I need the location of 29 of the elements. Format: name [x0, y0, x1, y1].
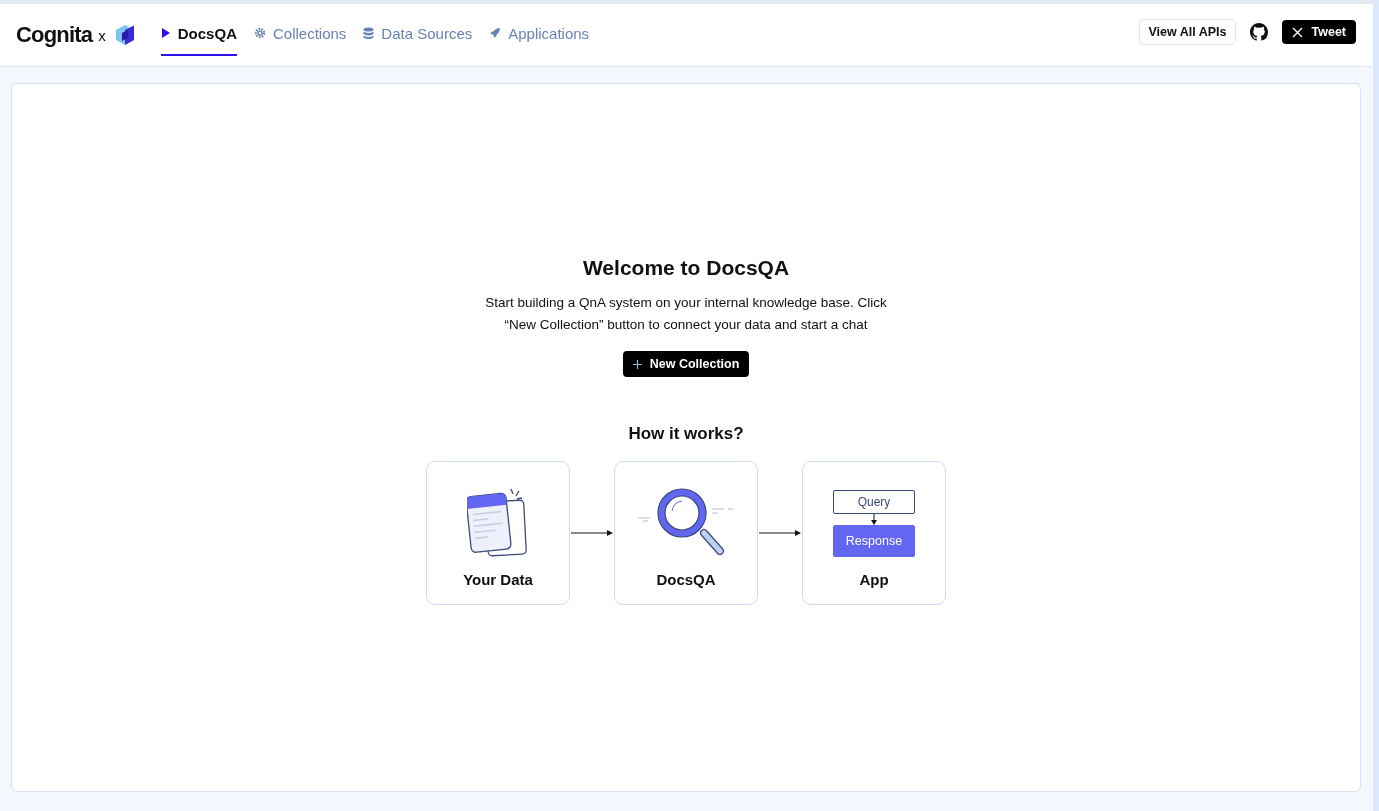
welcome-title: Welcome to DocsQA	[582, 256, 790, 280]
response-box: Response	[833, 525, 915, 557]
how-it-works-title: How it works?	[628, 424, 744, 444]
documents-drawing	[467, 487, 529, 557]
query-box: Query	[833, 490, 915, 514]
brand-name: Cognita	[16, 22, 93, 48]
tweet-button[interactable]: Tweet	[1281, 20, 1356, 44]
arrow-connector	[759, 529, 801, 537]
nav-tab[interactable]: Applications	[489, 12, 590, 56]
x-logo-icon	[1291, 26, 1303, 38]
brand-separator: x	[98, 26, 106, 44]
arrow-connector	[571, 529, 613, 537]
rocket-icon	[489, 27, 502, 39]
step-label: DocsQA	[656, 571, 716, 588]
step-label: App	[859, 571, 889, 588]
plus-icon	[632, 359, 642, 369]
nav-tab[interactable]: Data Sources	[363, 12, 473, 56]
settings-icon	[253, 27, 266, 39]
cube-logo-icon	[113, 24, 136, 46]
database-icon	[363, 26, 375, 40]
arrow-down-icon	[871, 514, 877, 525]
nav-tab[interactable]: DocsQA	[160, 12, 237, 56]
nav-tab[interactable]: Collections	[253, 12, 347, 56]
new-collection-button[interactable]: New Collection	[622, 351, 750, 377]
welcome-text: Start building a QnA system on your internal knowledge base. Click “New Collection” button to connect your data and start a chat	[484, 294, 888, 334]
view-apis-button[interactable]: View All APIs	[1139, 19, 1236, 45]
step-label: Your Data	[463, 571, 533, 588]
play-icon	[160, 27, 171, 39]
github-icon[interactable]	[1249, 23, 1268, 41]
